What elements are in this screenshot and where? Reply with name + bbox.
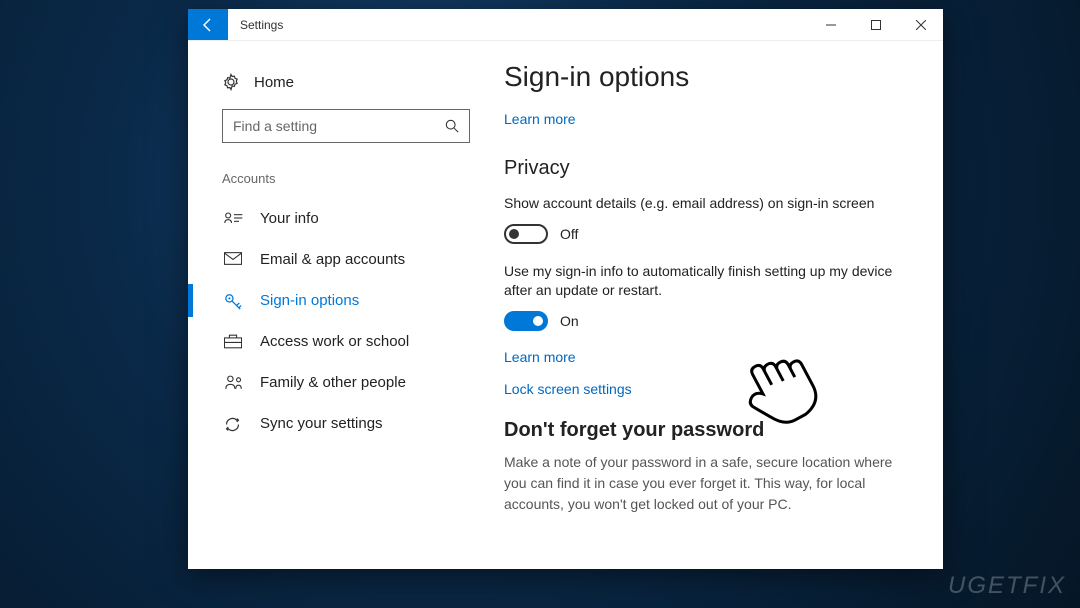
password-section-title: Don't forget your password xyxy=(504,419,911,442)
gear-icon xyxy=(222,73,240,91)
sidebar-item-family[interactable]: Family & other people xyxy=(222,362,470,403)
sidebar-item-your-info[interactable]: Your info xyxy=(222,198,470,239)
password-section-desc: Make a note of your password in a safe, … xyxy=(504,452,911,515)
sidebar: Home Accounts Your info xyxy=(188,41,488,569)
sidebar-item-work-school[interactable]: Access work or school xyxy=(222,321,470,362)
sidebar-item-label: Sync your settings xyxy=(260,415,383,432)
privacy-setting2-toggle-row: On xyxy=(504,311,911,331)
sidebar-item-label: Sign-in options xyxy=(260,292,359,309)
window-body: Home Accounts Your info xyxy=(188,41,943,569)
sidebar-home[interactable]: Home xyxy=(222,59,470,109)
sidebar-item-label: Your info xyxy=(260,210,319,227)
window-controls xyxy=(808,9,943,40)
titlebar: Settings xyxy=(188,9,943,41)
sidebar-home-label: Home xyxy=(254,74,294,91)
watermark: UGETFIX xyxy=(948,572,1066,600)
people-icon xyxy=(224,375,242,391)
search-icon xyxy=(445,119,459,133)
sidebar-group-header: Accounts xyxy=(222,167,470,198)
minimize-button[interactable] xyxy=(808,9,853,40)
maximize-button[interactable] xyxy=(853,9,898,40)
window-title: Settings xyxy=(228,9,295,40)
mail-icon xyxy=(224,252,242,268)
learn-more-link-top[interactable]: Learn more xyxy=(504,111,576,127)
privacy-section-title: Privacy xyxy=(504,157,911,180)
person-card-icon xyxy=(224,211,242,227)
maximize-icon xyxy=(871,20,881,30)
learn-more-link-bottom[interactable]: Learn more xyxy=(504,349,576,365)
privacy-setting2-toggle[interactable] xyxy=(504,311,548,331)
lock-screen-settings-link[interactable]: Lock screen settings xyxy=(504,381,632,397)
sidebar-item-signin-options[interactable]: Sign-in options xyxy=(222,280,470,321)
sidebar-item-label: Access work or school xyxy=(260,333,409,350)
settings-window: Settings Home xyxy=(188,9,943,569)
content-pane: Sign-in options Learn more Privacy Show … xyxy=(488,41,943,569)
sync-icon xyxy=(224,416,242,432)
briefcase-icon xyxy=(224,334,242,350)
close-button[interactable] xyxy=(898,9,943,40)
sidebar-item-sync[interactable]: Sync your settings xyxy=(222,403,470,444)
privacy-setting1-toggle-row: Off xyxy=(504,224,911,244)
search-box[interactable] xyxy=(222,109,470,143)
page-title: Sign-in options xyxy=(504,61,911,93)
sidebar-item-label: Family & other people xyxy=(260,374,406,391)
search-input[interactable] xyxy=(233,118,445,134)
privacy-setting2-state: On xyxy=(560,313,579,329)
sidebar-item-email-accounts[interactable]: Email & app accounts xyxy=(222,239,470,280)
privacy-setting1-state: Off xyxy=(560,226,578,242)
sidebar-item-label: Email & app accounts xyxy=(260,251,405,268)
close-icon xyxy=(916,20,926,30)
key-icon xyxy=(224,293,242,309)
privacy-setting1-toggle[interactable] xyxy=(504,224,548,244)
minimize-icon xyxy=(826,20,836,30)
back-button[interactable] xyxy=(188,9,228,40)
privacy-setting2-desc: Use my sign-in info to automatically fin… xyxy=(504,262,911,301)
privacy-setting1-desc: Show account details (e.g. email address… xyxy=(504,194,911,214)
arrow-left-icon xyxy=(200,17,216,33)
